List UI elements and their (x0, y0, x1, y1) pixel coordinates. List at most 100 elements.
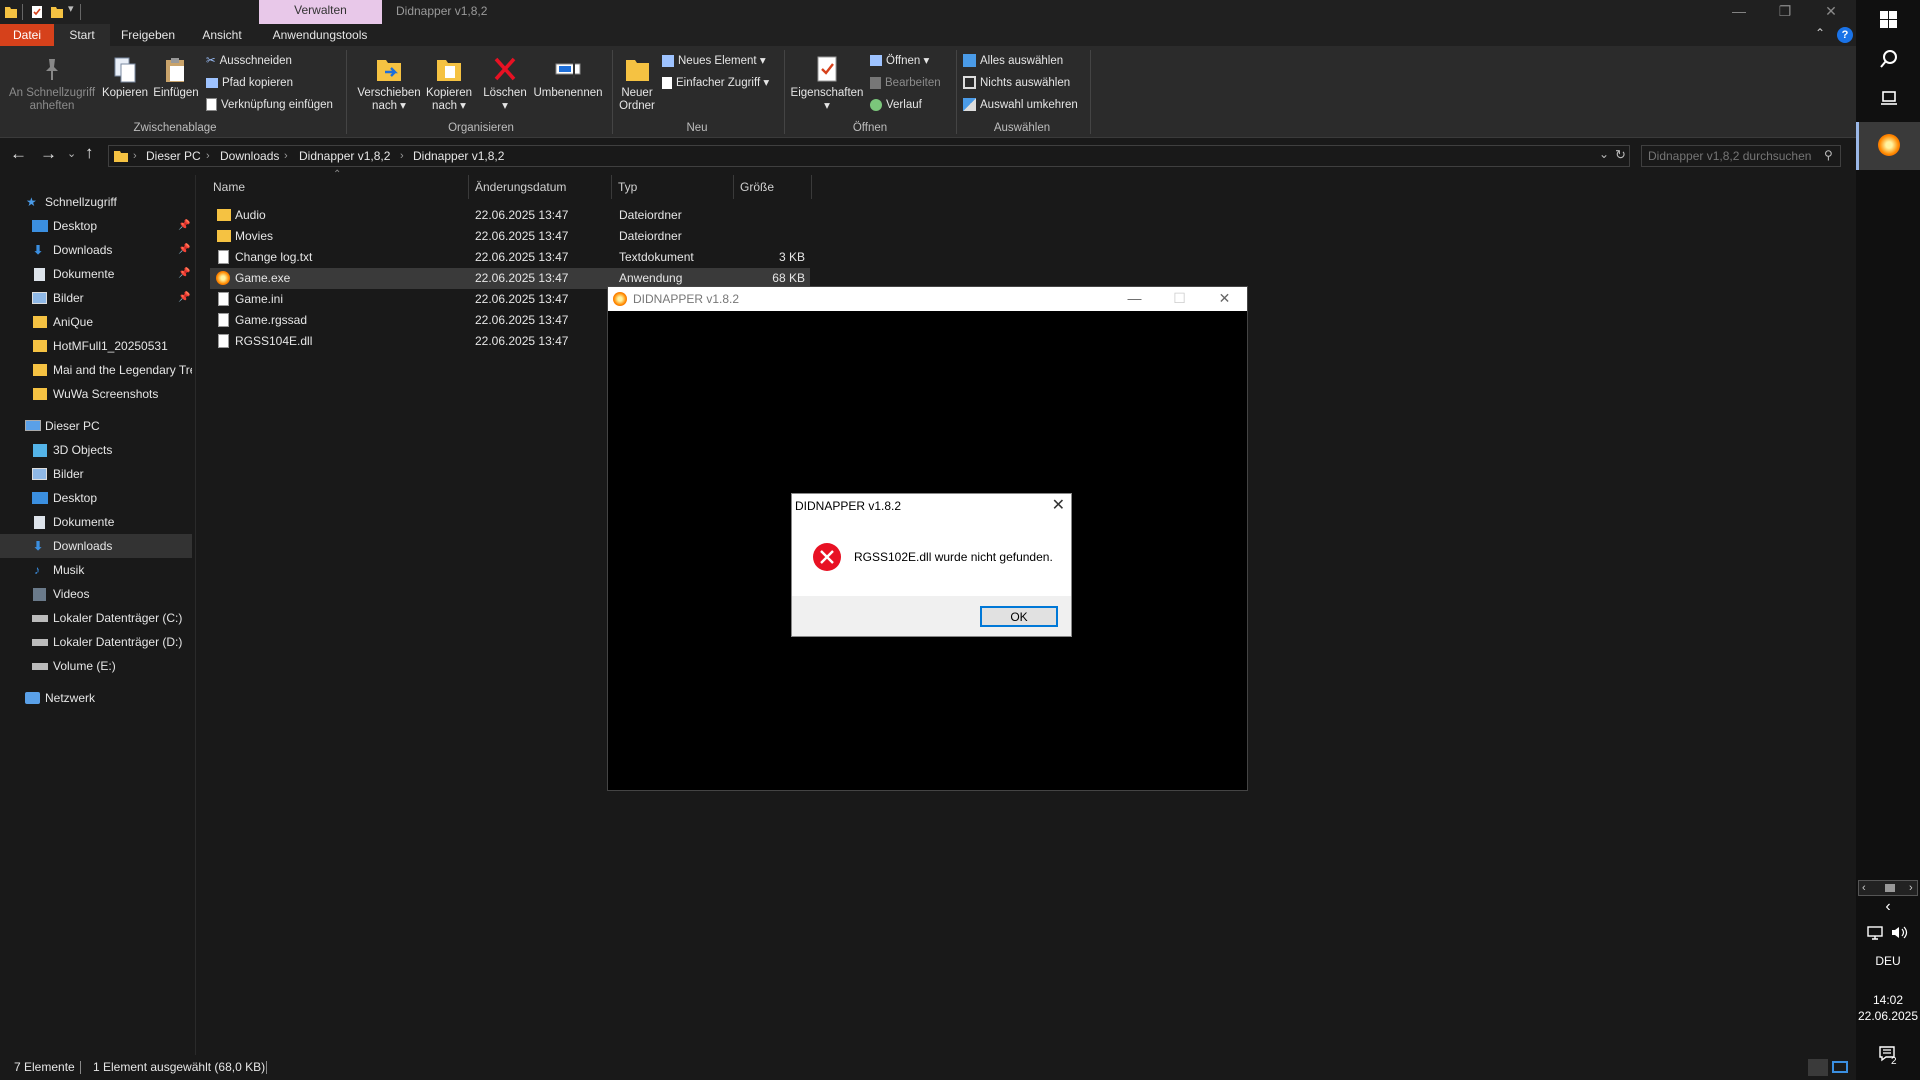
show-hidden-icons-icon[interactable]: ‹ (1856, 898, 1920, 916)
tab-start[interactable]: Start (54, 24, 110, 46)
column-header-size[interactable]: Größe (734, 175, 812, 199)
scroll-right-icon[interactable]: › (1909, 881, 1913, 895)
game-maximize-button[interactable]: ☐ (1157, 287, 1202, 311)
nav-quick-desktop[interactable]: Desktop 📌 (0, 214, 192, 238)
input-language[interactable]: DEU (1856, 954, 1920, 968)
paste-button[interactable]: Einfügen (150, 56, 202, 100)
recent-locations-icon[interactable]: ⌄ (67, 147, 76, 160)
ok-button[interactable]: OK (980, 606, 1058, 627)
up-arrow-icon[interactable]: ↑ (85, 143, 94, 163)
nav-pc-videos[interactable]: Videos (0, 582, 192, 606)
nav-pc-documents[interactable]: Dokumente (0, 510, 192, 534)
task-view-icon[interactable] (1880, 89, 1898, 107)
properties-button[interactable]: Eigenschaften ▾ (790, 54, 864, 113)
breadcrumb-dieser-pc[interactable]: Dieser PC (146, 146, 201, 166)
file-row[interactable]: Audio 22.06.2025 13:47 Dateiordner (210, 205, 810, 226)
tab-anwendungstools[interactable]: Anwendungstools (266, 24, 374, 46)
column-header-type[interactable]: Typ (612, 175, 734, 199)
nav-pc-drive-c[interactable]: Lokaler Datenträger (C:) (0, 606, 192, 630)
forward-arrow-icon[interactable]: → (40, 144, 57, 164)
chevron-right-icon[interactable]: › (400, 146, 404, 166)
nav-pc-downloads[interactable]: ⬇ Downloads (0, 534, 192, 558)
close-button[interactable]: ✕ (1808, 0, 1854, 24)
tab-datei[interactable]: Datei (0, 24, 54, 46)
delete-button[interactable]: Löschen ▾ (480, 54, 530, 113)
search-icon[interactable]: ⚲ (1824, 148, 1833, 162)
dialog-close-button[interactable]: ✕ (1052, 495, 1065, 515)
pin-quick-access-button[interactable]: An Schnellzugriff anheften (4, 56, 100, 113)
pin-icon[interactable]: 📌 (178, 238, 190, 262)
back-arrow-icon[interactable]: ← (10, 144, 27, 164)
large-icons-view-icon[interactable] (1832, 1061, 1848, 1073)
nav-quick-documents[interactable]: Dokumente 📌 (0, 262, 192, 286)
ribbon-collapse-icon[interactable]: ⌃ (1815, 26, 1825, 40)
minimize-button[interactable]: — (1716, 0, 1762, 24)
nav-pc-desktop[interactable]: Desktop (0, 486, 192, 510)
search-input[interactable] (1641, 145, 1841, 167)
invert-selection-button[interactable]: Auswahl umkehren (963, 96, 1078, 114)
nav-pc-drive-d[interactable]: Lokaler Datenträger (D:) (0, 630, 192, 654)
nav-quick-wuwa[interactable]: WuWa Screenshots (0, 382, 192, 406)
column-header-date[interactable]: Änderungsdatum (469, 175, 612, 199)
history-button[interactable]: Verlauf (870, 96, 922, 114)
tab-freigeben[interactable]: Freigeben (112, 24, 184, 46)
easy-access-button[interactable]: Einfacher Zugriff ▾ (662, 74, 769, 92)
clock-time[interactable]: 14:02 (1856, 993, 1920, 1007)
chevron-right-icon[interactable]: › (284, 146, 288, 166)
column-header-name[interactable]: Name (207, 175, 469, 199)
copy-path-button[interactable]: Pfad kopieren (206, 74, 293, 92)
pin-icon[interactable]: 📌 (178, 214, 190, 238)
select-none-button[interactable]: Nichts auswählen (963, 74, 1070, 92)
chevron-right-icon[interactable]: › (133, 146, 137, 166)
breadcrumb-didnapper-parent[interactable]: Didnapper v1,8,2 (299, 146, 390, 166)
nav-this-pc[interactable]: Dieser PC (0, 414, 192, 438)
select-all-button[interactable]: Alles auswählen (963, 52, 1063, 70)
pin-icon[interactable]: 📌 (178, 262, 190, 286)
help-icon[interactable]: ? (1837, 27, 1853, 43)
scroll-left-icon[interactable]: ‹ (1862, 881, 1866, 895)
properties-quick-icon[interactable] (30, 4, 44, 20)
breadcrumb-didnapper-current[interactable]: Didnapper v1,8,2 (413, 146, 504, 166)
nav-pc-music[interactable]: ♪ Musik (0, 558, 192, 582)
context-tab-verwalten[interactable]: Verwalten (259, 0, 382, 24)
nav-pc-volume-e[interactable]: Volume (E:) (0, 654, 192, 678)
move-to-button[interactable]: Verschieben nach ▾ (356, 54, 422, 113)
details-view-icon[interactable] (1808, 1059, 1828, 1076)
nav-quick-pictures[interactable]: Bilder 📌 (0, 286, 192, 310)
nav-quick-hotmfull[interactable]: HotMFull1_20250531 (0, 334, 192, 358)
nav-pc-3d-objects[interactable]: 3D Objects (0, 438, 192, 462)
nav-quick-access[interactable]: ★ Schnellzugriff (0, 190, 192, 214)
game-minimize-button[interactable]: — (1112, 287, 1157, 311)
chevron-down-icon[interactable]: ▾ (68, 2, 74, 15)
pin-icon[interactable]: 📌 (178, 286, 190, 310)
paste-shortcut-button[interactable]: Verknüpfung einfügen (206, 96, 333, 114)
address-dropdown-icon[interactable]: ⌄ (1599, 147, 1609, 161)
address-bar[interactable]: › Dieser PC › Downloads › Didnapper v1,8… (108, 145, 1630, 167)
open-button[interactable]: Öffnen ▾ (870, 52, 929, 70)
nav-quick-downloads[interactable]: ⬇ Downloads 📌 (0, 238, 192, 262)
nav-pc-pictures[interactable]: Bilder (0, 462, 192, 486)
cut-button[interactable]: ✂ Ausschneiden (206, 52, 292, 70)
new-folder-button[interactable]: Neuer Ordner (616, 54, 658, 113)
refresh-icon[interactable]: ↻ (1615, 147, 1626, 163)
error-dialog[interactable]: DIDNAPPER v1.8.2 ✕ RGSS102E.dll wurde ni… (791, 493, 1072, 637)
nav-network[interactable]: Netzwerk (0, 686, 192, 710)
nav-quick-mai[interactable]: Mai and the Legendary Tre (0, 358, 192, 382)
nav-quick-anique[interactable]: AniQue (0, 310, 192, 334)
taskbar-game-app-button[interactable] (1856, 122, 1920, 170)
copy-button[interactable]: Kopieren (100, 56, 150, 100)
taskbar-scrollbar[interactable]: ‹ › (1858, 880, 1918, 896)
new-folder-quick-icon[interactable] (50, 4, 64, 20)
file-row[interactable]: Change log.txt 22.06.2025 13:47 Textdoku… (210, 247, 810, 268)
windows-start-icon[interactable] (1880, 11, 1897, 28)
search-icon[interactable] (1879, 49, 1899, 69)
rename-button[interactable]: Umbenennen (532, 54, 604, 100)
chevron-right-icon[interactable]: › (206, 146, 210, 166)
tab-ansicht[interactable]: Ansicht (192, 24, 252, 46)
clock-date[interactable]: 22.06.2025 (1856, 1009, 1920, 1023)
breadcrumb-downloads[interactable]: Downloads (220, 146, 279, 166)
scroll-thumb[interactable] (1885, 884, 1895, 892)
network-icon[interactable] (1866, 925, 1884, 940)
copy-to-button[interactable]: Kopieren nach ▾ (424, 54, 474, 113)
restore-button[interactable]: ❐ (1762, 0, 1808, 24)
